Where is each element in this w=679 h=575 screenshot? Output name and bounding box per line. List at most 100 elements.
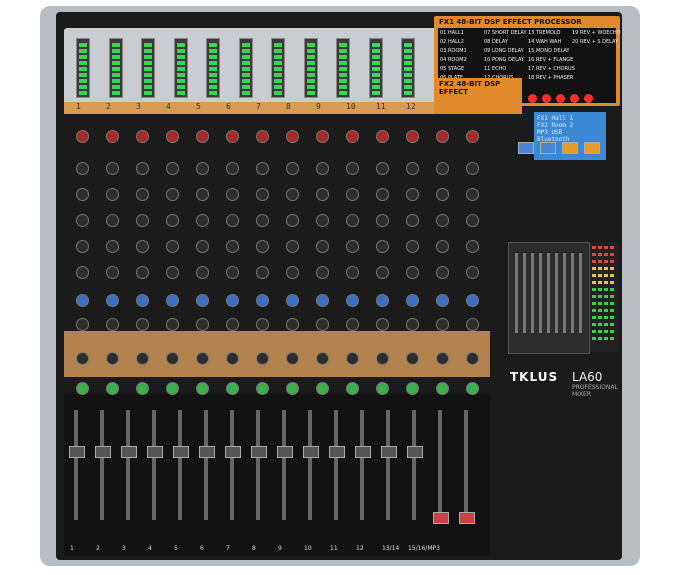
channel-knob[interactable] (316, 162, 329, 175)
eq-slider[interactable] (515, 253, 518, 333)
eq-slider[interactable] (531, 253, 534, 333)
channel-knob[interactable] (436, 240, 449, 253)
channel-knob[interactable] (376, 188, 389, 201)
channel-knob[interactable] (106, 188, 119, 201)
channel-knob[interactable] (136, 162, 149, 175)
channel-knob[interactable] (406, 188, 419, 201)
channel-knob[interactable] (286, 294, 299, 307)
fader-cap[interactable] (251, 446, 267, 458)
channel-knob[interactable] (286, 318, 299, 331)
master-fader-cap[interactable] (540, 142, 556, 154)
channel-knob[interactable] (346, 266, 359, 279)
channel-knob[interactable] (406, 240, 419, 253)
channel-knob[interactable] (376, 294, 389, 307)
channel-knob[interactable] (406, 318, 419, 331)
fader-cap[interactable] (329, 446, 345, 458)
channel-knob[interactable] (136, 240, 149, 253)
channel-knob[interactable] (196, 294, 209, 307)
channel-knob[interactable] (436, 214, 449, 227)
fx-button[interactable] (570, 94, 579, 103)
fader-cap[interactable] (147, 446, 163, 458)
channel-knob[interactable] (316, 266, 329, 279)
channel-knob[interactable] (166, 266, 179, 279)
channel-knob[interactable] (466, 294, 479, 307)
channel-knob[interactable] (316, 318, 329, 331)
channel-knob[interactable] (166, 352, 179, 365)
eq-slider[interactable] (563, 253, 566, 333)
channel-knob[interactable] (406, 214, 419, 227)
channel-knob[interactable] (106, 294, 119, 307)
fader-cap[interactable] (121, 446, 137, 458)
channel-knob[interactable] (226, 266, 239, 279)
fader-cap[interactable] (303, 446, 319, 458)
channel-knob[interactable] (226, 214, 239, 227)
channel-knob[interactable] (196, 240, 209, 253)
channel-knob[interactable] (226, 162, 239, 175)
channel-knob[interactable] (226, 130, 239, 143)
channel-knob[interactable] (466, 214, 479, 227)
eq-slider[interactable] (523, 253, 526, 333)
channel-knob[interactable] (436, 352, 449, 365)
channel-knob[interactable] (466, 382, 479, 395)
eq-slider[interactable] (571, 253, 574, 333)
channel-knob[interactable] (316, 214, 329, 227)
channel-knob[interactable] (346, 318, 359, 331)
channel-knob[interactable] (76, 130, 89, 143)
fader-cap[interactable] (277, 446, 293, 458)
channel-knob[interactable] (346, 294, 359, 307)
channel-knob[interactable] (286, 130, 299, 143)
fader-cap[interactable] (407, 446, 423, 458)
channel-knob[interactable] (466, 162, 479, 175)
channel-knob[interactable] (136, 214, 149, 227)
channel-knob[interactable] (256, 266, 269, 279)
channel-knob[interactable] (256, 294, 269, 307)
channel-knob[interactable] (136, 266, 149, 279)
fader-cap[interactable] (69, 446, 85, 458)
channel-knob[interactable] (196, 318, 209, 331)
channel-knob[interactable] (406, 162, 419, 175)
fader-cap[interactable] (459, 512, 475, 524)
channel-knob[interactable] (76, 318, 89, 331)
channel-knob[interactable] (256, 130, 269, 143)
channel-knob[interactable] (106, 162, 119, 175)
channel-knob[interactable] (286, 382, 299, 395)
channel-knob[interactable] (136, 352, 149, 365)
channel-knob[interactable] (196, 214, 209, 227)
fx-button[interactable] (542, 94, 551, 103)
channel-knob[interactable] (256, 188, 269, 201)
channel-knob[interactable] (286, 162, 299, 175)
channel-knob[interactable] (286, 214, 299, 227)
channel-knob[interactable] (166, 382, 179, 395)
channel-knob[interactable] (166, 162, 179, 175)
channel-knob[interactable] (256, 352, 269, 365)
channel-knob[interactable] (466, 266, 479, 279)
channel-knob[interactable] (136, 130, 149, 143)
channel-knob[interactable] (256, 162, 269, 175)
channel-knob[interactable] (196, 162, 209, 175)
channel-knob[interactable] (406, 266, 419, 279)
fx-button[interactable] (584, 94, 593, 103)
channel-knob[interactable] (436, 266, 449, 279)
channel-knob[interactable] (256, 318, 269, 331)
fader-cap[interactable] (95, 446, 111, 458)
master-fader-cap[interactable] (518, 142, 534, 154)
channel-knob[interactable] (406, 294, 419, 307)
channel-knob[interactable] (196, 382, 209, 395)
channel-knob[interactable] (316, 240, 329, 253)
channel-knob[interactable] (466, 240, 479, 253)
master-fader-cap[interactable] (562, 142, 578, 154)
fader-cap[interactable] (199, 446, 215, 458)
eq-slider[interactable] (579, 253, 582, 333)
channel-knob[interactable] (226, 352, 239, 365)
fader-cap[interactable] (381, 446, 397, 458)
channel-knob[interactable] (226, 188, 239, 201)
channel-knob[interactable] (226, 240, 239, 253)
channel-knob[interactable] (106, 214, 119, 227)
channel-knob[interactable] (466, 318, 479, 331)
channel-knob[interactable] (466, 352, 479, 365)
channel-knob[interactable] (436, 318, 449, 331)
channel-knob[interactable] (346, 214, 359, 227)
channel-knob[interactable] (406, 130, 419, 143)
channel-knob[interactable] (166, 240, 179, 253)
channel-knob[interactable] (376, 214, 389, 227)
